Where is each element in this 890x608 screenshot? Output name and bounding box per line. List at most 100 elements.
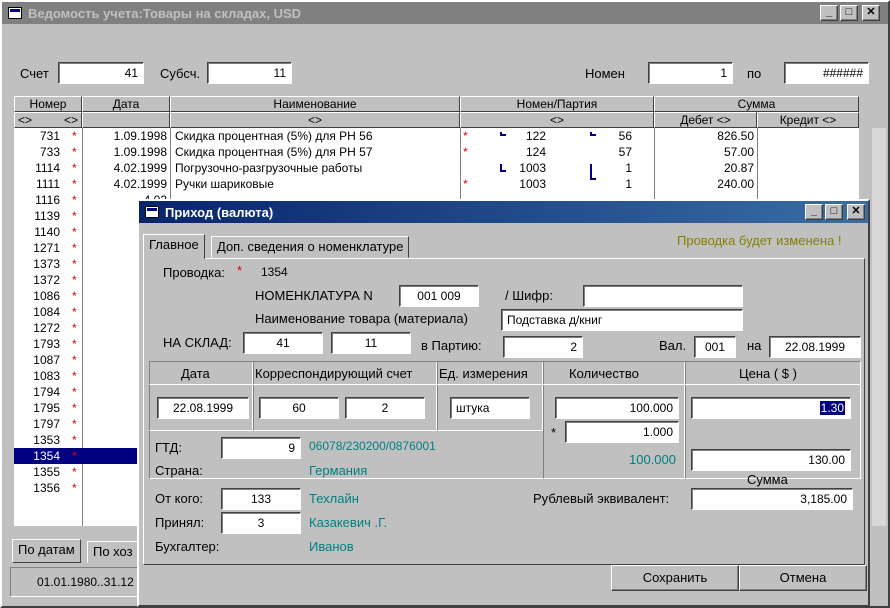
col-corr-label: Корреспондирующий счет — [255, 366, 413, 381]
table-row[interactable]: 1114 * 4.02.1999 Погрузочно-разгрузочные р… — [14, 160, 859, 176]
sort-date[interactable] — [82, 112, 170, 128]
col-number-header[interactable]: Номер — [14, 96, 82, 112]
row-mark: * — [72, 209, 77, 223]
col-date-header[interactable]: Дата — [82, 96, 170, 112]
col-unit-label: Ед. измерения — [439, 366, 528, 381]
posting-required-mark: * — [237, 263, 243, 278]
nomenclature-field[interactable]: 001 009 — [399, 285, 479, 307]
row-mark: * — [72, 369, 77, 383]
tab-main[interactable]: Главное — [143, 234, 205, 259]
close-button[interactable]: ✕ — [862, 5, 880, 21]
warehouse-subaccount-field[interactable]: 11 — [331, 332, 411, 354]
nomen-from-field[interactable]: 1 — [648, 62, 733, 84]
row-debit: 240.00 — [717, 177, 754, 191]
sort-name[interactable]: <> — [170, 112, 460, 128]
col-debit-header[interactable]: Дебет <> — [654, 112, 757, 128]
on-date-field[interactable]: 22.08.1999 — [769, 336, 861, 358]
save-button[interactable]: Сохранить — [611, 565, 739, 591]
dialog-maximize-button[interactable]: □ — [825, 204, 843, 220]
nomen-label: Номен — [585, 66, 625, 81]
dialog-title-bar[interactable]: Приход (валюта) — [139, 201, 868, 223]
row-mark: * — [72, 401, 77, 415]
cancel-button[interactable]: Отмена — [739, 565, 867, 591]
col-name-header[interactable]: Наименование — [170, 96, 460, 112]
accepted-name: Казакевич .Г. — [309, 515, 388, 530]
goods-name-label: Наименование товара (материала) — [255, 311, 468, 326]
table-row[interactable]: 1111 * 4.02.1999 Ручки шариковые * 1003 1 240.0… — [14, 176, 859, 192]
col-batch-header[interactable]: Номен/Партия — [460, 96, 654, 112]
col-date-label: Дата — [181, 366, 210, 381]
quantity-field[interactable]: 100.000 — [555, 397, 679, 419]
batch-bracket — [500, 132, 506, 136]
account-field[interactable]: 41 — [58, 62, 144, 84]
row-number: 1140 — [34, 225, 60, 239]
row-batch-mark: * — [463, 129, 468, 143]
row-mark: * — [72, 465, 77, 479]
from-name: Техлайн — [309, 491, 359, 506]
price-field[interactable]: 1.30 — [691, 397, 851, 419]
row-number: 1087 — [33, 353, 60, 367]
status-period: 01.01.1980..31.12 — [10, 567, 138, 597]
minimize-button[interactable]: _ — [820, 5, 838, 21]
row-mark: * — [72, 225, 77, 239]
subaccount-field[interactable]: 11 — [207, 62, 292, 84]
row-batch: 56 — [618, 129, 632, 143]
row-number: 1114 — [35, 161, 60, 175]
row-date: 1.09.1998 — [113, 129, 167, 143]
nomen-to-label: по — [747, 66, 762, 81]
goods-name-field[interactable]: Подставка д/книг — [501, 309, 743, 331]
main-title-bar[interactable]: Ведомость учета:Товары на складах, USD — [2, 2, 888, 24]
table-row[interactable]: 731 * 1.09.1998 Скидка процентная (5%) для … — [14, 128, 859, 144]
from-field[interactable]: 133 — [221, 488, 301, 510]
vertical-scrollbar[interactable] — [872, 128, 886, 526]
multiplier-field[interactable]: 1.000 — [565, 421, 679, 443]
table-row[interactable]: 733 * 1.09.1998 Скидка процентная (5%) для … — [14, 144, 859, 160]
sum-field[interactable]: 130.00 — [691, 449, 851, 471]
nomen-to-field[interactable]: ###### — [784, 62, 869, 84]
sort-number[interactable]: <> <> — [14, 112, 82, 128]
row-mark: * — [72, 289, 77, 303]
row-number: 1353 — [33, 433, 60, 447]
country-label: Страна: — [155, 463, 203, 478]
col-sum-header[interactable]: Сумма — [654, 96, 859, 112]
row-number: 733 — [39, 145, 60, 159]
row-number: 1356 — [33, 481, 60, 495]
dialog-close-button[interactable]: ✕ — [847, 204, 865, 220]
warehouse-account-field[interactable]: 41 — [243, 332, 323, 354]
income-dialog: Приход (валюта) _ □ ✕ Главное Доп. сведе… — [137, 199, 870, 607]
row-mark: * — [72, 145, 77, 159]
row-number: 1086 — [33, 289, 60, 303]
currency-field[interactable]: 001 — [694, 336, 736, 358]
unit-field[interactable]: штука — [450, 397, 530, 419]
accepted-field[interactable]: 3 — [221, 512, 301, 534]
accountant-label: Бухгалтер: — [155, 539, 220, 554]
dialog-minimize-button[interactable]: _ — [805, 204, 823, 220]
tab-by-operations[interactable]: По хоз — [87, 541, 139, 563]
row-nomen: 1003 — [519, 177, 546, 191]
gtd-field[interactable]: 9 — [221, 437, 301, 459]
row-mark: * — [72, 433, 77, 447]
row-nomen: 1003 — [519, 161, 546, 175]
batch-field[interactable]: 2 — [503, 336, 583, 358]
maximize-button[interactable]: □ — [840, 5, 858, 21]
corr-subaccount-field[interactable]: 2 — [345, 397, 425, 419]
period-text: 01.01.1980..31.12 — [37, 575, 134, 589]
col-qty-label: Количество — [569, 366, 639, 381]
tab-additional-info[interactable]: Доп. сведения о номенклатуре — [211, 236, 410, 258]
rub-equivalent-field[interactable]: 3,185.00 — [691, 488, 853, 510]
row-batch-mark: * — [463, 145, 468, 159]
row-number: 1139 — [34, 209, 60, 223]
row-mark: * — [72, 257, 77, 271]
posting-label: Проводка: — [163, 265, 225, 280]
cipher-field[interactable] — [583, 285, 743, 307]
gtd-number: 06078/230200/0876001 — [309, 439, 436, 453]
accountant-name: Иванов — [309, 539, 354, 554]
corr-account-field[interactable]: 60 — [259, 397, 339, 419]
tab-by-dates[interactable]: По датам — [12, 539, 81, 563]
row-debit: 20.87 — [723, 161, 754, 175]
sort-batch[interactable]: <> — [460, 112, 654, 128]
row-name: Погрузочно-разгрузочные работы — [175, 161, 363, 175]
col-credit-header[interactable]: Кредит <> — [757, 112, 859, 128]
line-date-field[interactable]: 22.08.1999 — [157, 397, 249, 419]
rub-equivalent-label: Рублевый эквивалент: — [533, 491, 670, 506]
